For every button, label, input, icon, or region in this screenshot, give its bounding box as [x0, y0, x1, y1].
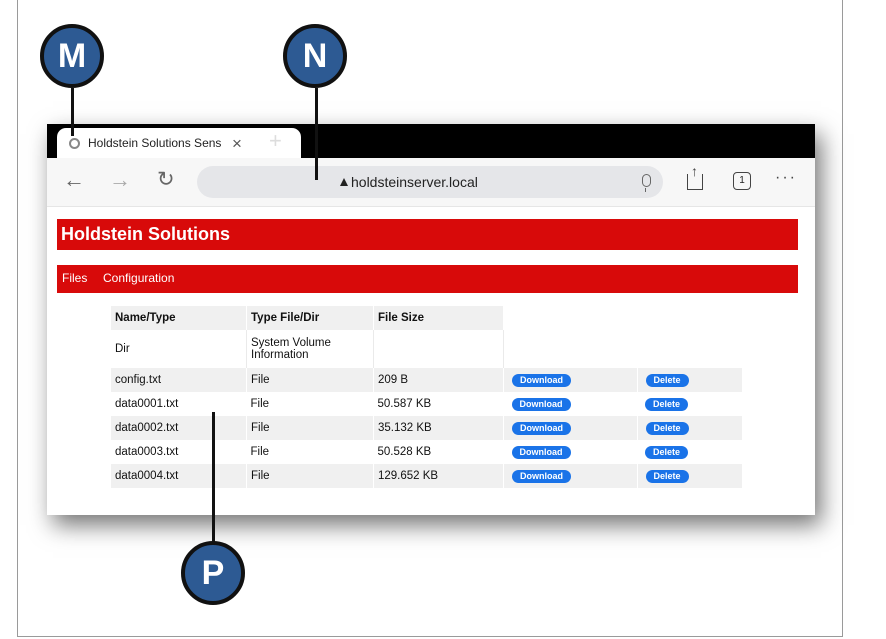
cell-name: data0004.txt	[111, 464, 247, 488]
cell-size: 35.132 KB	[373, 416, 504, 440]
cell-type: File	[246, 464, 374, 488]
callout-p-leader	[212, 412, 215, 544]
table-row: data0001.txt File 50.587 KB Download Del…	[111, 392, 742, 416]
table-row: config.txt File 209 B Download Delete	[111, 368, 742, 392]
callout-m: M	[40, 24, 104, 88]
delete-button[interactable]: Delete	[645, 421, 689, 435]
cell-name[interactable]: Dir	[111, 330, 247, 368]
menu-link-files[interactable]: Files	[62, 271, 87, 285]
close-tab-icon[interactable]: ×	[232, 135, 242, 152]
header-type: Type File/Dir	[246, 306, 374, 330]
microphone-stand	[645, 188, 649, 192]
cell-name: config.txt	[111, 368, 247, 392]
site-banner: Holdstein Solutions	[57, 219, 798, 250]
web-page: Holdstein Solutions Files Configuration …	[47, 207, 815, 515]
callout-p: P	[181, 541, 245, 605]
cell-type: File	[246, 416, 374, 440]
cell-name: data0001.txt	[111, 392, 247, 416]
cell-type: File	[246, 392, 374, 416]
share-arrow-icon: ↑	[691, 163, 698, 179]
browser-tab[interactable]: Holdstein Solutions Sens ×	[57, 128, 301, 158]
header-size: File Size	[373, 306, 504, 330]
callout-n-leader	[315, 88, 318, 180]
tab-title: Holdstein Solutions Sens	[88, 136, 222, 150]
download-button[interactable]: Download	[511, 445, 571, 459]
reload-icon[interactable]: ↻	[157, 169, 175, 190]
delete-button[interactable]: Delete	[645, 469, 689, 483]
forward-arrow-icon[interactable]: →	[109, 169, 131, 191]
globe-icon	[69, 137, 80, 149]
table-row: data0003.txt File 50.528 KB Download Del…	[111, 440, 742, 464]
table-header-row: Name/Type Type File/Dir File Size	[111, 306, 742, 330]
table-row: data0004.txt File 129.652 KB Download De…	[111, 464, 742, 488]
header-spacer	[637, 306, 742, 330]
browser-toolbar: ← → ↻ holdsteinserver.local ↑ 1 ···	[47, 158, 815, 207]
callout-n: N	[283, 24, 347, 88]
cell-size: 209 B	[373, 368, 504, 392]
lock-icon	[340, 178, 348, 186]
callout-m-leader	[71, 88, 74, 136]
cell-type: System Volume Information	[246, 330, 374, 368]
download-button[interactable]: Download	[512, 373, 571, 387]
tab-count-button[interactable]: 1	[733, 172, 751, 190]
more-menu-icon[interactable]: ···	[775, 170, 797, 186]
file-table: Name/Type Type File/Dir File Size Dir Sy…	[111, 306, 742, 488]
delete-button[interactable]: Delete	[645, 373, 689, 387]
tab-strip: Holdstein Solutions Sens × +	[47, 124, 815, 158]
download-button[interactable]: Download	[512, 421, 571, 435]
header-spacer	[503, 306, 637, 330]
microphone-icon[interactable]	[642, 174, 651, 187]
back-arrow-icon[interactable]: ←	[63, 169, 85, 191]
cell-empty	[637, 330, 742, 368]
cell-name: data0002.txt	[111, 416, 247, 440]
address-bar[interactable]: holdsteinserver.local	[197, 166, 663, 198]
download-button[interactable]: Download	[512, 469, 571, 483]
header-name-type: Name/Type	[111, 306, 247, 330]
cell-size: 50.528 KB	[373, 440, 504, 464]
cell-size: 129.652 KB	[373, 464, 504, 488]
table-row: data0002.txt File 35.132 KB Download Del…	[111, 416, 742, 440]
cell-empty	[503, 330, 637, 368]
site-title: Holdstein Solutions	[61, 224, 230, 244]
site-menu: Files Configuration	[57, 265, 798, 293]
browser-window: Holdstein Solutions Sens × + ← → ↻ holds…	[47, 124, 815, 515]
download-button[interactable]: Download	[511, 397, 571, 411]
delete-button[interactable]: Delete	[645, 397, 689, 411]
cell-type: File	[246, 440, 374, 464]
cell-type: File	[246, 368, 374, 392]
new-tab-icon[interactable]: +	[269, 130, 282, 152]
url-text: holdsteinserver.local	[351, 174, 478, 190]
menu-link-configuration[interactable]: Configuration	[103, 271, 174, 285]
cell-size: 50.587 KB	[373, 392, 504, 416]
cell-name: data0003.txt	[111, 440, 247, 464]
cell-size	[373, 330, 504, 368]
table-row-dir: Dir System Volume Information	[111, 330, 742, 368]
delete-button[interactable]: Delete	[645, 445, 689, 459]
